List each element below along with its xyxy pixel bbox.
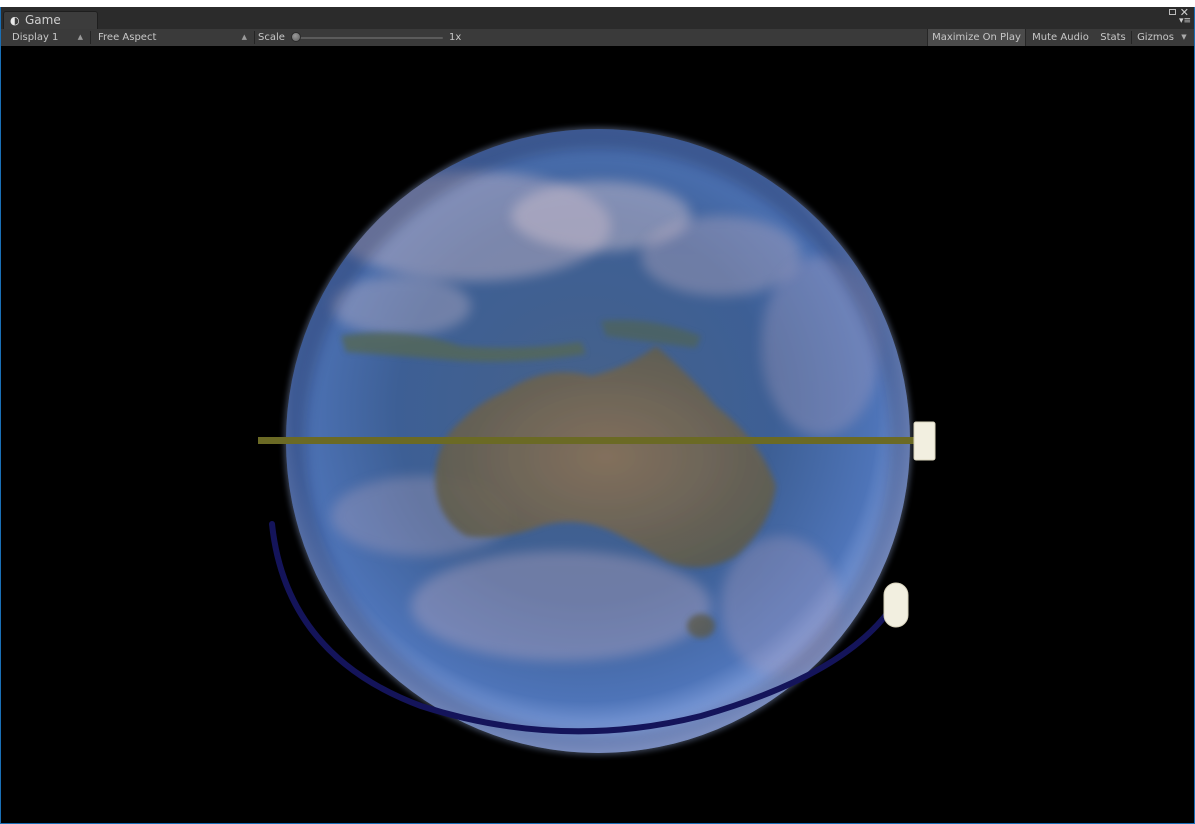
satellite-marker-square (913, 421, 936, 461)
gizmos-dropdown-icon[interactable]: ▼ (1177, 29, 1191, 46)
window-top-border (0, 0, 1195, 7)
toolbar-divider (90, 31, 91, 44)
game-viewport[interactable] (1, 46, 1194, 823)
equator-bar (258, 437, 923, 444)
tab-game[interactable]: ◐ Game (3, 11, 98, 29)
display-dropdown-label: Display 1 (12, 32, 59, 43)
scale-slider-track[interactable] (293, 37, 443, 39)
tab-menu-icon[interactable]: ▾≡ (1179, 17, 1191, 26)
display-dropdown[interactable]: Display 1 ▲▼ (5, 29, 89, 58)
scale-value: 1x (449, 32, 462, 43)
tab-bar: ◐ Game ✕ ▾≡ (1, 7, 1194, 29)
aspect-dropdown[interactable]: Free Aspect ▲▼ (92, 29, 253, 58)
scale-label: Scale (258, 32, 285, 43)
tab-game-label: Game (25, 13, 61, 27)
gizmos-button[interactable]: Gizmos (1132, 29, 1179, 46)
toolbar-divider (254, 31, 255, 44)
game-window: ◐ Game ✕ ▾≡ Display 1 ▲▼ Free Aspect ▲▼ … (1, 7, 1194, 823)
maximize-on-play-toggle[interactable]: Maximize On Play (927, 29, 1026, 46)
stats-toggle[interactable]: Stats (1095, 29, 1131, 46)
game-scene (258, 127, 936, 755)
aspect-dropdown-label: Free Aspect (98, 32, 157, 43)
scale-slider-thumb[interactable] (291, 32, 301, 42)
maximize-window-icon[interactable] (1169, 9, 1176, 15)
game-toolbar: Display 1 ▲▼ Free Aspect ▲▼ Scale 1x Max… (1, 29, 1194, 58)
satellite-marker-capsule (883, 582, 909, 628)
unity-logo-icon: ◐ (10, 14, 20, 27)
mute-audio-toggle[interactable]: Mute Audio (1027, 29, 1094, 46)
